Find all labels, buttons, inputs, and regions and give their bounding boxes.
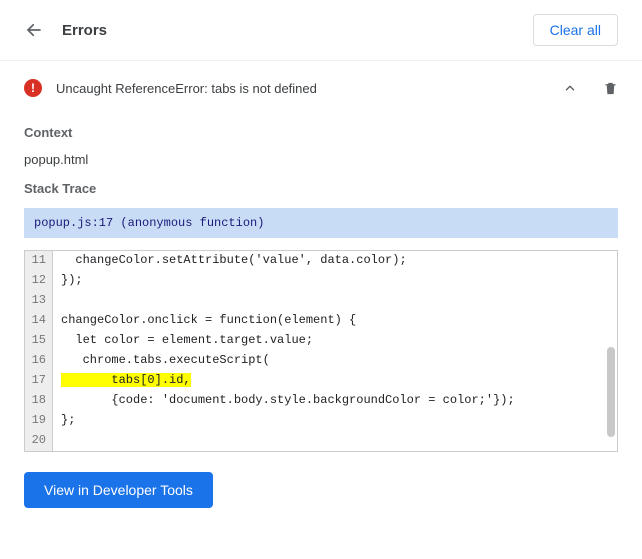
code-line: 16 chrome.tabs.executeScript(	[25, 351, 617, 371]
code-text	[53, 291, 617, 311]
line-number: 19	[25, 411, 53, 431]
line-number: 13	[25, 291, 53, 311]
code-text: changeColor.onclick = function(element) …	[53, 311, 617, 331]
error-icon: !	[24, 79, 42, 97]
view-in-devtools-button[interactable]: View in Developer Tools	[24, 472, 213, 508]
stack-trace-label: Stack Trace	[24, 181, 618, 196]
code-line: 15 let color = element.target.value;	[25, 331, 617, 351]
code-line: 17 tabs[0].id,	[25, 371, 617, 391]
code-line: 20	[25, 431, 617, 451]
code-snippet: 11 changeColor.setAttribute('value', dat…	[24, 250, 618, 452]
code-line: 13	[25, 291, 617, 311]
line-number: 17	[25, 371, 53, 391]
trash-icon[interactable]	[603, 80, 618, 97]
code-line: 11 changeColor.setAttribute('value', dat…	[25, 251, 617, 271]
page-title: Errors	[62, 22, 107, 39]
code-line: 12});	[25, 271, 617, 291]
stack-frame[interactable]: popup.js:17 (anonymous function)	[24, 208, 618, 238]
code-text	[53, 431, 617, 451]
code-text: chrome.tabs.executeScript(	[53, 351, 617, 371]
header-bar: Errors Clear all	[0, 0, 642, 61]
code-text: };	[53, 411, 617, 431]
error-item: ! Uncaught ReferenceError: tabs is not d…	[24, 61, 618, 111]
code-line: 14changeColor.onclick = function(element…	[25, 311, 617, 331]
code-text: changeColor.setAttribute('value', data.c…	[53, 251, 617, 271]
back-arrow-icon[interactable]	[24, 20, 44, 40]
code-text: let color = element.target.value;	[53, 331, 617, 351]
context-value: popup.html	[24, 152, 618, 167]
line-number: 12	[25, 271, 53, 291]
line-number: 11	[25, 251, 53, 271]
error-message: Uncaught ReferenceError: tabs is not def…	[56, 81, 317, 96]
scrollbar[interactable]	[607, 347, 615, 437]
line-number: 20	[25, 431, 53, 451]
collapse-chevron-icon[interactable]	[563, 81, 577, 95]
context-label: Context	[24, 125, 618, 140]
code-text: tabs[0].id,	[53, 371, 617, 391]
line-number: 14	[25, 311, 53, 331]
line-number: 15	[25, 331, 53, 351]
clear-all-button[interactable]: Clear all	[533, 14, 618, 46]
code-line: 18 {code: 'document.body.style.backgroun…	[25, 391, 617, 411]
code-line: 19};	[25, 411, 617, 431]
line-number: 18	[25, 391, 53, 411]
code-text: });	[53, 271, 617, 291]
code-text: {code: 'document.body.style.backgroundCo…	[53, 391, 617, 411]
line-number: 16	[25, 351, 53, 371]
